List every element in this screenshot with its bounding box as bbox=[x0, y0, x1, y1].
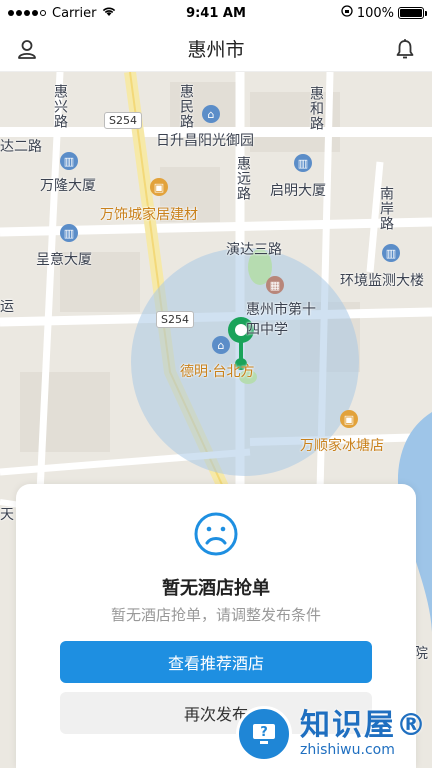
building-icon[interactable]: ▥ bbox=[382, 244, 400, 262]
map-label-yuan: 院 bbox=[414, 646, 428, 662]
school-icon[interactable]: ▦ bbox=[266, 276, 284, 294]
map-label-huixing: 惠兴路 bbox=[52, 84, 68, 129]
building-icon[interactable]: ▥ bbox=[294, 154, 312, 172]
map-label-yanda: 演达三路 bbox=[226, 242, 282, 258]
road-sign-s254: S254 bbox=[156, 311, 194, 328]
map-label-wanshun: 万顺家冰塘店 bbox=[300, 438, 384, 454]
status-bar: Carrier 9:41 AM 100% bbox=[0, 0, 432, 26]
svg-text:?: ? bbox=[260, 725, 268, 740]
map-label-tian: 天 bbox=[0, 507, 14, 523]
user-icon[interactable] bbox=[16, 38, 38, 60]
map-label-richeng: 日升昌阳光御园 bbox=[156, 133, 254, 149]
map-label-qiming: 启明大厦 bbox=[270, 183, 326, 199]
watermark-logo: ? 知识屋® zhishiwu.com bbox=[236, 700, 432, 768]
help-icon: ? bbox=[236, 706, 292, 762]
residence-icon[interactable]: ⌂ bbox=[202, 105, 220, 123]
road-sign-s254: S254 bbox=[104, 112, 142, 129]
view-recommended-hotels-button[interactable]: 查看推荐酒店 bbox=[60, 641, 372, 683]
building-icon[interactable]: ▥ bbox=[60, 152, 78, 170]
map-label-huihe: 惠和路 bbox=[308, 86, 324, 131]
map-label-dasi: 达二路 bbox=[0, 139, 42, 155]
map-label-huanjing: 环境监测大楼 bbox=[340, 273, 424, 289]
map-label-school: 惠州市第十四中学 bbox=[246, 302, 316, 338]
map-label-wanshicheng: 万饰城家居建材 bbox=[100, 207, 198, 223]
empty-title: 暂无酒店抢单 bbox=[162, 578, 270, 599]
map-label-nanan: 南岸路 bbox=[378, 186, 394, 231]
residence-icon[interactable]: ⌂ bbox=[212, 336, 230, 354]
map-label-yun: 运 bbox=[0, 299, 14, 315]
nav-bar: 惠州市 bbox=[0, 26, 432, 72]
map-label-wanlong: 万隆大厦 bbox=[40, 178, 96, 194]
map-label-huimin: 惠民路 bbox=[178, 84, 194, 129]
map-label-deming: 德明·台北方 bbox=[180, 364, 255, 380]
watermark-brand: 知识屋® bbox=[300, 708, 428, 743]
sad-face-icon bbox=[192, 510, 240, 558]
watermark-url: zhishiwu.com bbox=[300, 742, 395, 758]
page-title: 惠州市 bbox=[187, 39, 245, 61]
bell-icon[interactable] bbox=[394, 38, 416, 60]
shop-icon[interactable]: ▣ bbox=[150, 178, 168, 196]
battery-icon bbox=[398, 7, 427, 19]
map-label-huiyuan: 惠远路 bbox=[235, 156, 251, 201]
status-time: 9:41 AM bbox=[186, 5, 246, 21]
shop-icon[interactable]: ▣ bbox=[340, 410, 358, 428]
building-icon[interactable]: ▥ bbox=[60, 224, 78, 242]
map-label-chengyi: 呈意大厦 bbox=[36, 252, 92, 268]
empty-subtitle: 暂无酒店抢单，请调整发布条件 bbox=[110, 606, 321, 624]
